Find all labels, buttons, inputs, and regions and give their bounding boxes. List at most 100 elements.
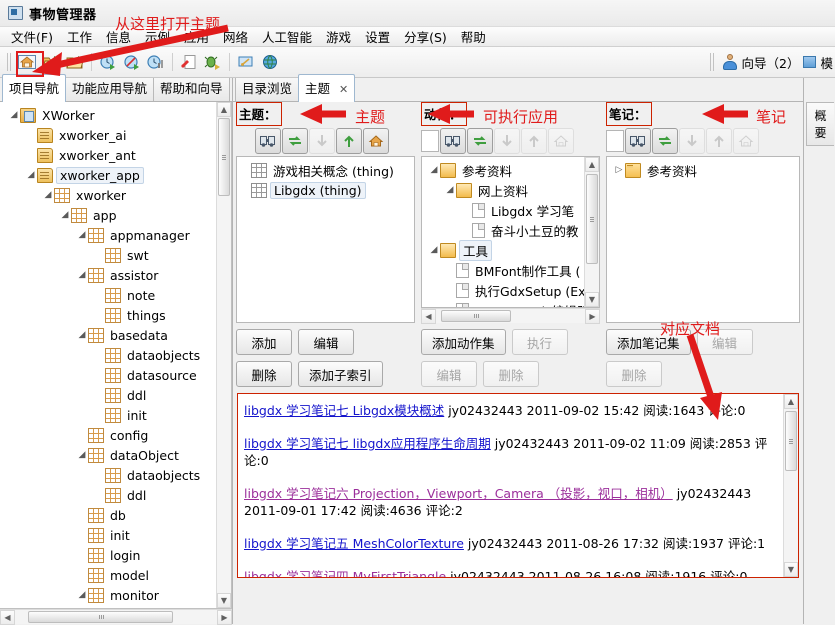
note-link[interactable]: libgdx 学习笔记五 MeshColorTexture (244, 536, 464, 551)
topic-add-button[interactable]: 添加 (236, 329, 292, 355)
scroll-up-icon[interactable]: ▲ (784, 394, 798, 409)
note-link[interactable]: libgdx 学习笔记七 Libgdx模块概述 (244, 403, 444, 418)
tree-row[interactable]: app (0, 205, 231, 225)
tab-topic[interactable]: 主题 ✕ (298, 74, 356, 102)
tree-row[interactable]: Libgdx 学习笔 (422, 200, 599, 220)
clock-green-icon[interactable] (97, 51, 119, 73)
tree-row[interactable]: dataobjects (0, 345, 231, 365)
topic-list-item[interactable]: Libgdx (thing) (237, 180, 414, 200)
scroll-right-icon[interactable]: ▶ (217, 610, 232, 625)
up-arrow-icon[interactable] (706, 128, 732, 154)
scroll-thumb[interactable] (218, 118, 230, 196)
project-tree-hscrollbar[interactable]: ◀ ▶ (0, 609, 232, 625)
tab-summary[interactable]: 概要 (806, 102, 834, 146)
menu-item-network[interactable]: 网络 (216, 25, 255, 48)
home-icon[interactable] (363, 128, 389, 154)
tree-row[interactable]: datasource (0, 365, 231, 385)
bug-icon[interactable] (202, 51, 224, 73)
tree-row[interactable]: note (0, 285, 231, 305)
refresh-icon[interactable] (652, 128, 678, 154)
home-icon[interactable] (733, 128, 759, 154)
chevron-down-icon[interactable] (76, 330, 88, 340)
tree-row[interactable]: model (0, 565, 231, 585)
action-execute-button[interactable]: 执行 (511, 329, 568, 355)
note-key-icon[interactable] (235, 51, 257, 73)
chevron-down-icon[interactable] (76, 590, 88, 600)
tree-row[interactable]: login (0, 545, 231, 565)
action-tree-vscrollbar[interactable]: ▲ ▼ (584, 157, 599, 307)
action-text-field[interactable] (421, 130, 439, 152)
menu-item-info[interactable]: 信息 (99, 25, 138, 48)
tree-row[interactable]: xworker (0, 185, 231, 205)
close-icon[interactable]: ✕ (339, 83, 348, 96)
open-folder-icon[interactable] (40, 51, 62, 73)
note-link[interactable]: libgdx 学习笔记六 Projection，Viewport，Camera … (244, 486, 673, 501)
globe-icon[interactable] (259, 51, 281, 73)
tree-row[interactable]: assistor (0, 265, 231, 285)
note-text-field[interactable] (606, 130, 624, 152)
scroll-right-icon[interactable]: ▶ (585, 309, 600, 324)
down-arrow-icon[interactable] (309, 128, 335, 154)
mode-label[interactable]: 模 (820, 53, 833, 72)
tree-row[interactable]: XWorker (0, 105, 231, 125)
tree-row[interactable]: 执行GdxSetup (Ex (422, 280, 599, 300)
action-tree-hscrollbar[interactable]: ◀ ▶ (421, 308, 600, 324)
tab-directory-browse[interactable]: 目录浏览 (235, 74, 300, 101)
chevron-right-icon[interactable] (613, 165, 625, 175)
chevron-down-icon[interactable] (76, 450, 88, 460)
chevron-down-icon[interactable] (428, 165, 440, 175)
toolbar-grip[interactable] (7, 53, 12, 71)
down-arrow-icon[interactable] (679, 128, 705, 154)
note-link-list-panel[interactable]: libgdx 学习笔记七 Libgdx模块概述 jy02432443 2011-… (237, 393, 799, 578)
menu-item-ai[interactable]: 人工智能 (255, 25, 319, 48)
tree-row[interactable]: swt (0, 245, 231, 265)
search-icon[interactable] (440, 128, 466, 154)
search-icon[interactable] (255, 128, 281, 154)
scroll-left-icon[interactable]: ◀ (0, 610, 15, 625)
scroll-thumb-h[interactable] (441, 310, 511, 322)
tree-row[interactable]: 参考资料 (607, 160, 799, 180)
scroll-left-icon[interactable]: ◀ (421, 309, 436, 324)
tree-row[interactable]: xworker_ai (0, 125, 231, 145)
scroll-down-icon[interactable]: ▼ (784, 562, 798, 577)
note-link-vscrollbar[interactable]: ▲ ▼ (783, 394, 798, 577)
topic-list-panel[interactable]: 游戏相关概念 (thing) Libgdx (thing) (236, 156, 415, 323)
note-link[interactable]: libgdx 学习笔记七 libgdx应用程序生命周期 (244, 436, 491, 451)
tree-row[interactable]: init (0, 525, 231, 545)
menu-item-examples[interactable]: 示例 (138, 25, 177, 48)
chevron-down-icon[interactable] (25, 170, 37, 180)
refresh-icon[interactable] (282, 128, 308, 154)
clock-chart-icon[interactable] (145, 51, 167, 73)
chevron-down-icon[interactable] (42, 190, 54, 200)
scroll-down-icon[interactable]: ▼ (585, 292, 599, 307)
tree-row[interactable]: dataobjects (0, 465, 231, 485)
menu-item-work[interactable]: 工作 (60, 25, 99, 48)
chevron-down-icon[interactable] (76, 230, 88, 240)
tree-row[interactable]: monitor (0, 585, 231, 605)
action-edit-button[interactable]: 编辑 (421, 361, 477, 387)
chevron-down-icon[interactable] (428, 245, 440, 255)
home-thing-icon[interactable] (16, 51, 38, 73)
chevron-down-icon[interactable] (444, 185, 456, 195)
up-arrow-icon[interactable] (336, 128, 362, 154)
tree-row[interactable]: dataObject (0, 445, 231, 465)
chevron-down-icon[interactable] (76, 270, 88, 280)
tree-row[interactable]: init (0, 405, 231, 425)
clock-red-icon[interactable] (121, 51, 143, 73)
topic-add-subindex-button[interactable]: 添加子索引 (298, 361, 383, 387)
tree-row[interactable]: 工具 (422, 239, 599, 261)
tree-row[interactable]: ddl (0, 385, 231, 405)
project-tree-vscrollbar[interactable]: ▲ ▼ (216, 102, 231, 608)
tree-row[interactable]: 网上资料 (422, 180, 599, 200)
topic-edit-button[interactable]: 编辑 (298, 329, 354, 355)
note-link[interactable]: libgdx 学习笔记四 MyFirstTriangle (244, 569, 446, 577)
note-tree-panel[interactable]: 参考资料 (606, 156, 800, 323)
tree-row[interactable]: xworker_ant (0, 145, 231, 165)
tree-row[interactable]: 奋斗小土豆的教 (422, 220, 599, 240)
chevron-down-icon[interactable] (59, 210, 71, 220)
action-add-actionset-button[interactable]: 添加动作集 (421, 329, 506, 355)
topic-list-item[interactable]: 游戏相关概念 (thing) (237, 160, 414, 180)
note-tree[interactable]: 参考资料 (607, 157, 799, 180)
topic-delete-button[interactable]: 删除 (236, 361, 292, 387)
menu-item-share[interactable]: 分享(S) (397, 25, 454, 48)
